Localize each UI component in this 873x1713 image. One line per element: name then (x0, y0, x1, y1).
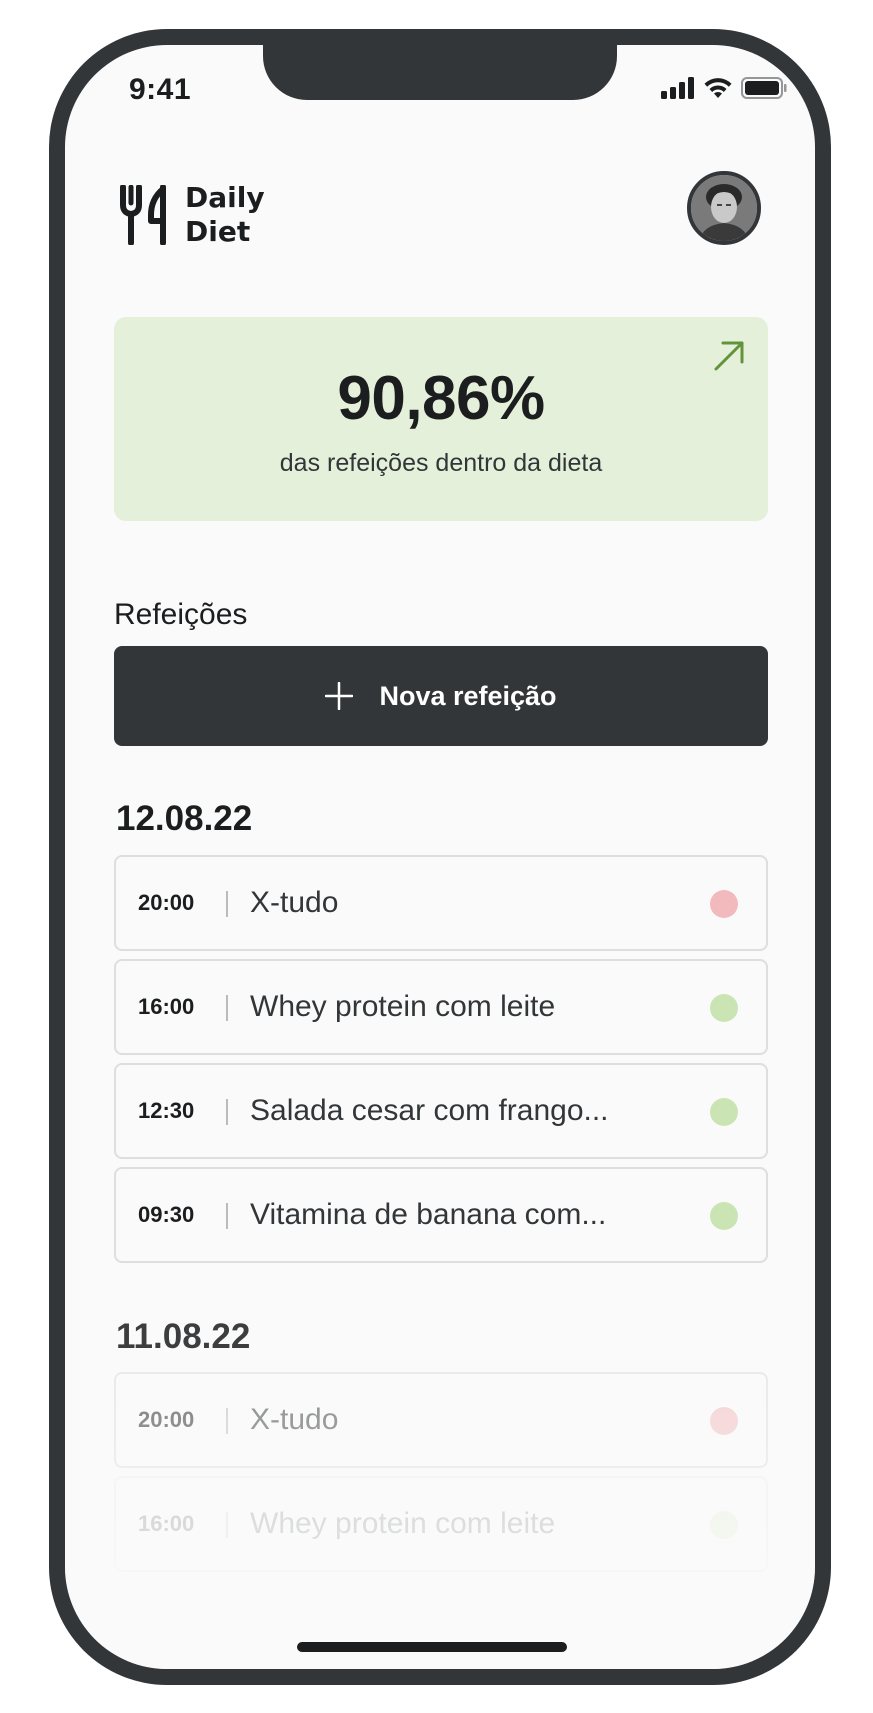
app-header: Daily Diet (119, 171, 761, 253)
off-diet-status-dot (710, 1407, 738, 1435)
meals-section-title: Refeições (114, 598, 248, 631)
phone-frame: 9:41 Daily Diet 90,86% das refeições den… (49, 29, 831, 1685)
app-screen: 9:41 Daily Diet 90,86% das refeições den… (65, 45, 815, 1669)
signal-icon (661, 77, 694, 99)
wifi-icon (704, 78, 732, 98)
arrow-up-right-icon[interactable] (712, 339, 746, 373)
meal-item[interactable]: 16:00 Whey protein com leite (114, 1476, 768, 1572)
in-diet-status-dot (710, 1511, 738, 1539)
new-meal-button-label: Nova refeição (379, 680, 557, 711)
logo-text: Daily Diet (185, 181, 265, 248)
meal-time: 16:00 (138, 1511, 195, 1536)
in-diet-status-dot (710, 1202, 738, 1230)
avatar-photo (691, 175, 757, 241)
diet-stats-card[interactable]: 90,86% das refeições dentro da dieta (114, 317, 768, 521)
meal-name: X-tudo (250, 886, 339, 919)
meal-item[interactable]: 20:00 X-tudo (114, 1372, 768, 1468)
meal-time: 16:00 (138, 994, 195, 1019)
device-notch (263, 45, 617, 100)
fork-knife-icon (120, 185, 166, 245)
status-time: 9:41 (129, 73, 192, 106)
day-date-heading: 11.08.22 (116, 1317, 251, 1356)
meal-divider (226, 1099, 228, 1125)
diet-percentage: 90,86% (337, 364, 545, 433)
meal-time: 09:30 (138, 1202, 195, 1227)
meal-time: 20:00 (138, 890, 195, 915)
meal-name: X-tudo (250, 1403, 339, 1436)
app-logo: Daily Diet (119, 181, 265, 249)
new-meal-button[interactable]: Nova refeição (114, 646, 768, 746)
meal-divider (226, 1512, 228, 1538)
meal-divider (226, 891, 228, 917)
meal-divider (226, 1408, 228, 1434)
status-icons (661, 77, 787, 99)
plus-icon (325, 682, 354, 710)
meal-divider (226, 1203, 228, 1229)
meal-name: Vitamina de banana com... (250, 1198, 607, 1231)
meal-name: Whey protein com leite (250, 990, 556, 1023)
meal-item[interactable]: 20:00 X-tudo (114, 855, 768, 951)
meal-time: 12:30 (138, 1098, 195, 1123)
home-indicator[interactable] (297, 1642, 567, 1652)
meal-name: Salada cesar com frango... (250, 1094, 609, 1127)
user-avatar[interactable] (687, 171, 761, 245)
day-date-heading: 12.08.22 (116, 799, 253, 838)
meal-name: Whey protein com leite (250, 1507, 556, 1540)
meal-divider (226, 995, 228, 1021)
meal-item[interactable]: 16:00 Whey protein com leite (114, 959, 768, 1055)
meal-item[interactable]: 12:30 Salada cesar com frango... (114, 1063, 768, 1159)
battery-icon (741, 77, 787, 99)
off-diet-status-dot (710, 890, 738, 918)
in-diet-status-dot (710, 994, 738, 1022)
diet-percentage-label: das refeições dentro da dieta (279, 449, 603, 477)
meal-item[interactable]: 09:30 Vitamina de banana com... (114, 1167, 768, 1263)
in-diet-status-dot (710, 1098, 738, 1126)
meal-time: 20:00 (138, 1407, 195, 1432)
